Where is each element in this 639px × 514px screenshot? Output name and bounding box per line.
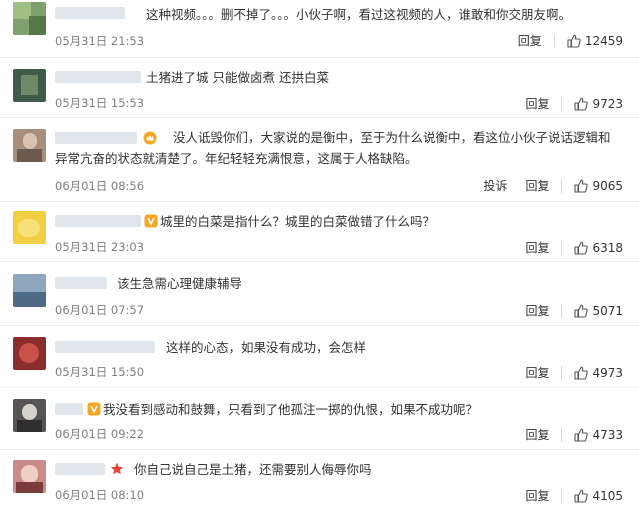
comment-text: 我没看到感动和鼓舞，只看到了他孤注一掷的仇恨，如果不成功呢？ (103, 402, 479, 417)
like-count: 5071 (592, 303, 623, 318)
username[interactable] (55, 277, 107, 289)
comment-item: 你自己说自己是土猪，还需要别人侮辱你吗 06月01日 08:10 回复 4105 (0, 450, 639, 514)
like-count: 9723 (592, 96, 623, 111)
comment-time: 06月01日 07:57 (55, 303, 145, 317)
avatar[interactable] (13, 69, 46, 102)
comment-item: 这样的心态，如果没有成功，会怎样 05月31日 15:50 回复 4973 (0, 326, 639, 388)
comment-text: 土猪进了城 只能做卤煮 还拱白菜 (146, 70, 329, 85)
comment-item: 这种视频。。。删不掉了。。。小伙子啊，看过这视频的人，谁敢和你交朋友啊。 05月… (0, 0, 639, 58)
comment-text: 这种视频。。。删不掉了。。。小伙子啊，看过这视频的人，谁敢和你交朋友啊。 (146, 7, 572, 22)
avatar[interactable] (13, 211, 46, 244)
reply-button[interactable]: 回复 (525, 426, 549, 443)
like-button[interactable]: 9723 (561, 96, 623, 111)
username[interactable] (55, 403, 83, 415)
like-count: 12459 (584, 33, 623, 48)
username[interactable] (55, 71, 141, 83)
vip-badge-icon (87, 402, 101, 416)
thumbs-up-icon (574, 489, 589, 503)
comment-actions: 回复 6318 (507, 239, 623, 256)
comment-actions: 回复 5071 (507, 302, 623, 319)
avatar[interactable] (13, 129, 46, 162)
thumbs-up-icon (574, 428, 589, 442)
reply-button[interactable]: 回复 (525, 95, 549, 112)
comment-text: 这样的心态，如果没有成功，会怎样 (166, 340, 367, 355)
thumbs-up-icon (574, 241, 589, 255)
avatar[interactable] (13, 337, 46, 370)
avatar[interactable] (13, 460, 46, 493)
comment-time: 05月31日 23:03 (55, 240, 145, 254)
avatar[interactable] (13, 399, 46, 432)
comment-actions: 回复 4733 (507, 426, 623, 443)
like-button[interactable]: 6318 (561, 240, 623, 255)
report-button[interactable]: 投诉 (483, 177, 507, 194)
reply-button[interactable]: 回复 (518, 32, 542, 49)
comment-item: 城里的白菜是指什么？城里的白菜做错了什么吗？ 05月31日 23:03 回复 6… (0, 202, 639, 262)
reply-button[interactable]: 回复 (525, 177, 549, 194)
comment-text: 你自己说自己是土猪，还需要别人侮辱你吗 (134, 462, 372, 477)
thumbs-up-icon (574, 179, 589, 193)
comment-item: 没人诋毁你们，大家说的是衡中，至于为什么说衡中，看这位小伙子说话逻辑和异常亢奋的… (0, 118, 639, 202)
username[interactable] (55, 7, 125, 19)
comment-text: 该生急需心理健康辅导 (117, 276, 243, 291)
comment-text: 城里的白菜是指什么？城里的白菜做错了什么吗？ (160, 214, 436, 229)
comment-time: 05月31日 21:53 (55, 34, 145, 48)
like-count: 4973 (592, 365, 623, 380)
like-button[interactable]: 4973 (561, 365, 623, 380)
thumbs-up-icon (574, 304, 589, 318)
thumbs-up-icon (574, 366, 589, 380)
like-button[interactable]: 4733 (561, 427, 623, 442)
comment-item: 我没看到感动和鼓舞，只看到了他孤注一掷的仇恨，如果不成功呢？ 06月01日 09… (0, 388, 639, 450)
reply-button[interactable]: 回复 (525, 364, 549, 381)
like-count: 6318 (592, 240, 623, 255)
like-button[interactable]: 9065 (561, 178, 623, 193)
username[interactable] (55, 341, 155, 353)
vip-badge-icon (144, 214, 158, 228)
comment-item: 该生急需心理健康辅导 06月01日 07:57 回复 5071 (0, 262, 639, 326)
star-badge-icon (110, 462, 124, 475)
reply-button[interactable]: 回复 (525, 239, 549, 256)
thumbs-up-icon (567, 34, 581, 48)
reply-button[interactable]: 回复 (525, 302, 549, 319)
thumbs-up-icon (574, 97, 589, 111)
comment-time: 06月01日 09:22 (55, 427, 145, 441)
like-count: 4105 (592, 488, 623, 503)
comment-time: 05月31日 15:53 (55, 96, 145, 110)
username[interactable] (55, 463, 105, 475)
comment-text: 没人诋毁你们，大家说的是衡中，至于为什么说衡中，看这位小伙子说话逻辑和异常亢奋的… (55, 130, 611, 166)
comment-actions: 回复 4973 (507, 364, 623, 381)
comment-time: 06月01日 08:10 (55, 488, 145, 502)
comment-time: 05月31日 15:50 (55, 365, 145, 379)
avatar[interactable] (13, 2, 46, 35)
comment-list: 这种视频。。。删不掉了。。。小伙子啊，看过这视频的人，谁敢和你交朋友啊。 05月… (0, 0, 639, 514)
like-button[interactable]: 12459 (553, 33, 623, 48)
comment-actions: 回复 9723 (507, 95, 623, 112)
comment-time: 06月01日 08:56 (55, 179, 145, 193)
username[interactable] (55, 215, 141, 227)
like-count: 4733 (592, 427, 623, 442)
comment-actions: 投诉 回复 9065 (465, 177, 623, 194)
comment-actions: 回复 12459 (500, 32, 623, 49)
reply-button[interactable]: 回复 (525, 487, 549, 504)
like-button[interactable]: 4105 (561, 488, 623, 503)
comment-item: 土猪进了城 只能做卤煮 还拱白菜 05月31日 15:53 回复 9723 (0, 58, 639, 118)
avatar[interactable] (13, 274, 46, 307)
like-count: 9065 (592, 178, 623, 193)
like-button[interactable]: 5071 (561, 303, 623, 318)
comment-actions: 回复 4105 (507, 487, 623, 504)
